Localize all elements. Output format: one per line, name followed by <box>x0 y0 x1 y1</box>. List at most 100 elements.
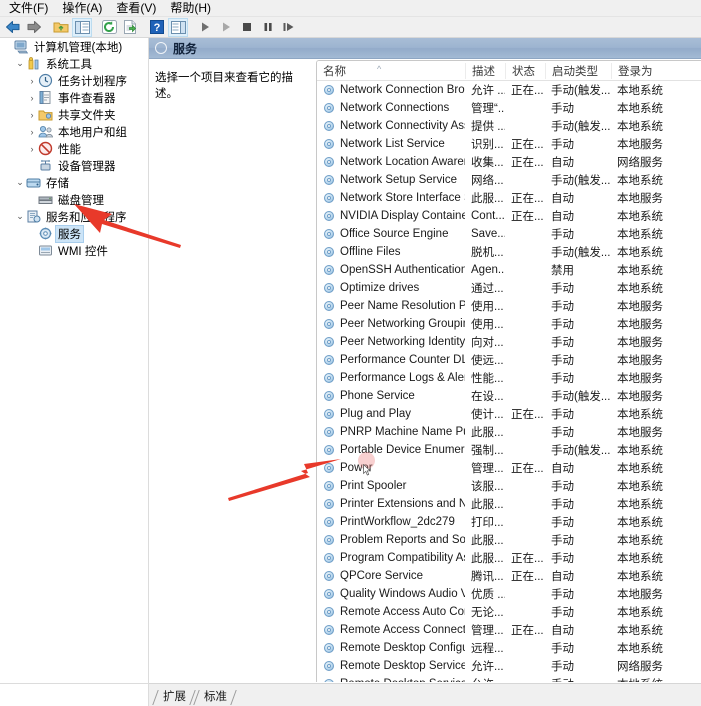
help-icon[interactable]: ? <box>147 18 167 37</box>
refresh-icon[interactable] <box>99 18 119 37</box>
cell-logon-as: 本地系统 <box>617 643 663 655</box>
table-row[interactable]: Remote Access Auto Conn... 无论... 手动 本地系统 <box>317 603 701 621</box>
tree-item-task-scheduler[interactable]: › 任务计划程序 <box>0 72 148 89</box>
back-icon[interactable] <box>3 18 23 37</box>
console-tree[interactable]: 计算机管理(本地) ⌄ 系统工具 › 任务计划程序 › 事件查看器 › 共享文件夹 › 本地用户和组… <box>0 38 149 683</box>
service-icon <box>323 678 336 682</box>
chevron-down-icon[interactable]: ⌄ <box>14 177 26 188</box>
tree-item-event-viewer[interactable]: › 事件查看器 <box>0 89 148 106</box>
restart-service-icon[interactable] <box>279 18 299 37</box>
table-row[interactable]: Network Connectivity Assis... 提供 ... 手动(触发… <box>317 117 701 135</box>
export-list-icon[interactable] <box>120 18 140 37</box>
tab-standard[interactable]: 标准 <box>194 688 235 706</box>
table-row[interactable]: Remote Desktop Services 允许... 手动 网络服务 <box>317 657 701 675</box>
menu-action[interactable]: 操作(A) <box>57 0 111 17</box>
table-row[interactable]: Program Compatibility Assi... 此服... 正在... 手… <box>317 549 701 567</box>
cell-logon-as: 本地服务 <box>617 373 663 385</box>
service-icon <box>323 228 336 241</box>
chevron-down-icon[interactable]: ⌄ <box>14 211 26 222</box>
cell-logon-as: 本地系统 <box>617 553 663 565</box>
tree-item-local-users-groups[interactable]: › 本地用户和组 <box>0 123 148 140</box>
table-row[interactable]: Problem Reports and Soluti... 此服... 手动 本地系统 <box>317 531 701 549</box>
chevron-right-icon[interactable]: › <box>26 76 38 86</box>
cell-logon-as: 本地服务 <box>617 589 663 601</box>
table-row[interactable]: Peer Networking Grouping 使用... 手动 本地服务 <box>317 315 701 333</box>
start-service-icon[interactable] <box>195 18 215 37</box>
disk-icon <box>38 192 53 207</box>
tree-item-shared-folders[interactable]: › 共享文件夹 <box>0 106 148 123</box>
table-row[interactable]: Performance Counter DLL ... 使远... 手动 本地服务 <box>317 351 701 369</box>
column-header-startup-type[interactable]: 启动类型 <box>545 62 611 79</box>
table-row[interactable]: PrintWorkflow_2dc279 打印... 手动 本地系统 <box>317 513 701 531</box>
sort-ascending-icon: ^ <box>377 63 382 74</box>
table-row[interactable]: PNRP Machine Name Publi... 此服... 手动 本地服务 <box>317 423 701 441</box>
column-header-status[interactable]: 状态 <box>505 62 545 79</box>
forward-icon[interactable] <box>24 18 44 37</box>
cell-startup-type: 手动 <box>551 409 574 421</box>
tree-item-device-manager[interactable]: 设备管理器 <box>0 157 148 174</box>
table-row[interactable]: Print Spooler 该服... 手动 本地系统 <box>317 477 701 495</box>
cell-description: 管理“... <box>471 103 505 115</box>
column-header-description[interactable]: 描述 <box>465 62 505 79</box>
tree-item-wmi-control[interactable]: WMI 控件 <box>0 242 148 259</box>
cell-logon-as: 本地服务 <box>617 139 663 151</box>
table-row[interactable]: Performance Logs & Alerts 性能... 手动 本地服务 <box>317 369 701 387</box>
tree-item-disk-management[interactable]: 磁盘管理 <box>0 191 148 208</box>
menu-file[interactable]: 文件(F) <box>4 0 57 17</box>
chevron-right-icon[interactable]: › <box>26 110 38 120</box>
tree-item-storage[interactable]: ⌄ 存储 <box>0 174 148 191</box>
chevron-down-icon[interactable]: ⌄ <box>14 58 26 69</box>
table-row[interactable]: Remote Desktop Services U...允许... 手动本地系统 <box>317 675 701 682</box>
table-row[interactable]: Network Connections 管理“... 手动 本地系统 <box>317 99 701 117</box>
table-row[interactable]: NVIDIA Display Container LS Cont... 正在... 自… <box>317 207 701 225</box>
table-row[interactable]: Network Connection Broker 允许 ... 正在... 手动(触… <box>317 81 701 99</box>
menu-help[interactable]: 帮助(H) <box>165 0 220 17</box>
tab-extended[interactable]: 扩展 <box>153 688 194 706</box>
table-row[interactable]: Remote Desktop Configura... 远程... 手动 本地系统 <box>317 639 701 657</box>
tree-item-system-tools-label: 系统工具 <box>46 58 92 71</box>
table-row[interactable]: Remote Access Connection... 管理... 正在... 自动 本… <box>317 621 701 639</box>
chevron-right-icon[interactable]: › <box>26 127 38 137</box>
stop-service-icon[interactable] <box>237 18 257 37</box>
table-row[interactable]: Printer Extensions and Notif... 此服... 手动 本地… <box>317 495 701 513</box>
tree-item-storage-label: 存储 <box>46 177 69 190</box>
table-row[interactable]: Quality Windows Audio Vid... 优质 ... 手动 本地服务 <box>317 585 701 603</box>
tree-item-services-applications[interactable]: ⌄ 服务和应用程序 <box>0 208 148 225</box>
up-folder-icon[interactable] <box>51 18 71 37</box>
tree-item-system-tools[interactable]: ⌄ 系统工具 <box>0 55 148 72</box>
column-header-logon-as[interactable]: 登录为 <box>611 62 681 79</box>
table-row[interactable]: Plug and Play 使计... 正在... 手动 本地系统 <box>317 405 701 423</box>
table-row[interactable]: Network Store Interface Ser... 此服... 正在...… <box>317 189 701 207</box>
table-row[interactable]: Peer Networking Identity M... 向对... 手动 本地服务 <box>317 333 701 351</box>
pause-service-icon[interactable] <box>258 18 278 37</box>
table-row[interactable]: Office Source Engine Save... 手动 本地系统 <box>317 225 701 243</box>
show-action-pane-icon[interactable] <box>168 17 188 37</box>
table-row[interactable]: Power 管理... 正在... 自动 本地系统 <box>317 459 701 477</box>
column-header-name[interactable]: 名称 ^ <box>317 63 465 79</box>
tree-item-services[interactable]: 服务 <box>0 224 148 243</box>
table-row[interactable]: Optimize drives 通过... 手动 本地系统 <box>317 279 701 297</box>
table-row[interactable]: Offline Files 脱机... 手动(触发... 本地系统 <box>317 243 701 261</box>
cell-logon-as: 本地服务 <box>617 391 663 403</box>
show-hide-tree-icon[interactable] <box>72 17 92 37</box>
tree-item-event-viewer-label: 事件查看器 <box>58 92 116 105</box>
chevron-right-icon[interactable]: › <box>26 144 38 154</box>
table-row[interactable]: QPCore Service 腾讯... 正在... 自动 本地系统 <box>317 567 701 585</box>
cell-description: 远程... <box>471 643 504 655</box>
table-row[interactable]: Network Location Awareness 收集... 正在... 自动 网络… <box>317 153 701 171</box>
services-list[interactable]: 名称 ^ 描述 状态 启动类型 登录为 Network Connection B… <box>316 60 701 682</box>
resume-service-icon[interactable] <box>216 18 236 37</box>
tree-item-performance[interactable]: › 性能 <box>0 140 148 157</box>
table-row[interactable]: Network List Service 识别... 正在... 手动 本地服务 <box>317 135 701 153</box>
table-row[interactable]: Peer Name Resolution Prot... 使用... 手动 本地服务 <box>317 297 701 315</box>
table-row[interactable]: OpenSSH Authentication A... Agen... 禁用 本地系统 <box>317 261 701 279</box>
cell-service-name: Portable Device Enumerato... <box>317 444 465 457</box>
column-header-name-label: 名称 <box>323 65 346 78</box>
tree-item-computer-management[interactable]: 计算机管理(本地) <box>0 38 148 55</box>
services-apps-icon <box>26 209 41 224</box>
menu-view[interactable]: 查看(V) <box>111 0 165 17</box>
table-row[interactable]: Phone Service 在设... 手动(触发... 本地服务 <box>317 387 701 405</box>
chevron-right-icon[interactable]: › <box>26 93 38 103</box>
table-row[interactable]: Network Setup Service 网络... 手动(触发... 本地系统 <box>317 171 701 189</box>
table-row[interactable]: Portable Device Enumerato... 强制... 手动(触发..… <box>317 441 701 459</box>
